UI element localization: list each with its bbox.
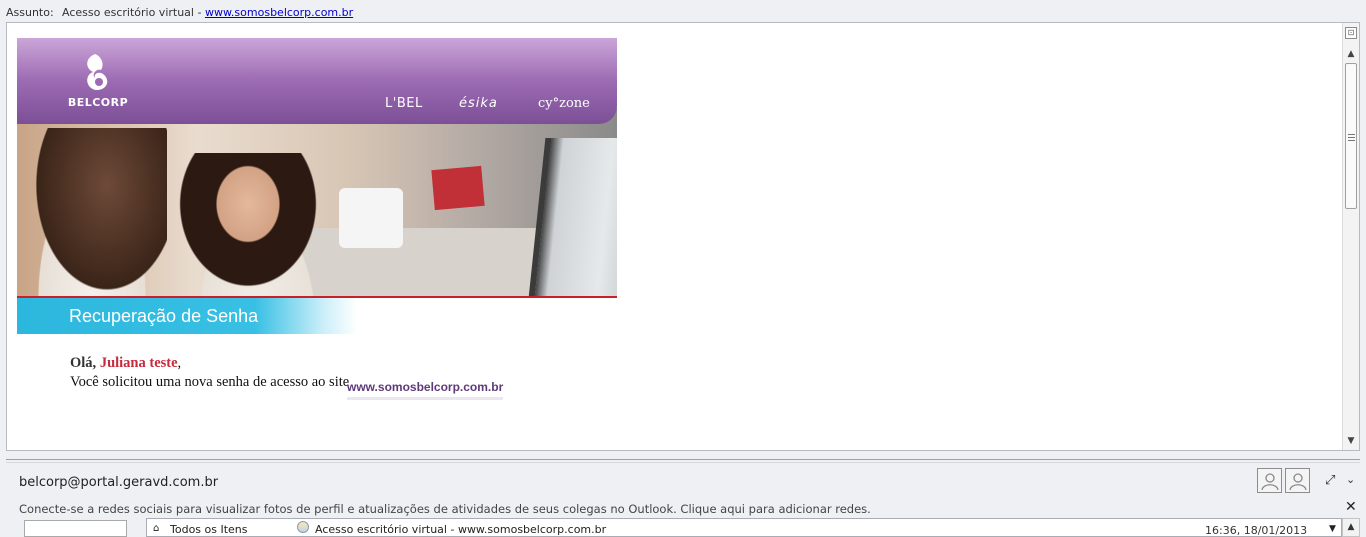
zoom-toggle-icon[interactable]: ⊡ (1345, 27, 1357, 39)
list-scroll-up-button[interactable]: ▲ (1342, 518, 1360, 537)
people-photo-box (24, 520, 127, 537)
banner-header: BELCORP L'BEL ésika cy°zone (17, 38, 617, 124)
subject-text-prefix: Acesso escritório virtual - (62, 6, 205, 19)
subject-link[interactable]: www.somosbelcorp.com.br (205, 6, 353, 19)
belcorp-logo: BELCORP (67, 52, 129, 112)
subject-label: Assunto: (6, 6, 54, 19)
greeting-comma: , (177, 355, 182, 371)
subject-row: Assunto: Acesso escritório virtual - www… (0, 0, 1366, 22)
close-icon[interactable]: ✕ (1345, 499, 1357, 515)
subtitle-bar: Recuperação de Senha (17, 298, 357, 334)
scroll-down-button[interactable]: ▼ (1345, 434, 1357, 448)
sender-email[interactable]: belcorp@portal.geravd.com.br (19, 475, 218, 490)
chevron-down-icon[interactable]: ▼ (1329, 524, 1336, 534)
body-message: Você solicitou uma nova senha de acesso … (70, 374, 350, 390)
scroll-up-button[interactable]: ▲ (1345, 47, 1357, 61)
site-link[interactable]: www.somosbelcorp.com.br (347, 380, 504, 400)
brand-cyzone: cy°zone (538, 96, 590, 111)
message-scrollbar[interactable]: ⊡ ▲ ▼ (1342, 23, 1359, 450)
list-item-date: 16:36, 18/01/2013 (1205, 524, 1308, 537)
pane-divider[interactable] (6, 459, 1360, 460)
email-body-text: Olá, Juliana teste, Você solicitou uma n… (70, 354, 360, 392)
person-icon (1289, 473, 1307, 491)
social-network-message[interactable]: Conecte-se a redes sociais para visualiz… (19, 502, 871, 516)
mail-icon (297, 521, 309, 533)
greeting-hello: Olá, (70, 355, 97, 371)
all-items-filter[interactable]: Todos os Itens (170, 523, 248, 536)
avatar[interactable] (1257, 468, 1282, 493)
expand-icon[interactable]: ⤢ (1325, 473, 1335, 488)
chevron-down-icon[interactable]: ⌄ (1346, 473, 1355, 486)
message-body-frame: BELCORP L'BEL ésika cy°zone Recuperação … (6, 22, 1360, 451)
subject-text: Acesso escritório virtual - www.somosbel… (62, 6, 353, 19)
list-item-subject[interactable]: Acesso escritório virtual - www.somosbel… (315, 523, 606, 536)
subtitle-text: Recuperação de Senha (69, 306, 259, 326)
brand-lbel: L'BEL (385, 96, 423, 111)
banner-photo (17, 108, 617, 298)
belcorp-logo-icon (87, 54, 108, 90)
email-banner: BELCORP L'BEL ésika cy°zone (17, 38, 617, 298)
brand-esika: ésika (459, 96, 498, 111)
related-items-list[interactable]: ⌂ Todos os Itens Acesso escritório virtu… (146, 518, 1342, 537)
person-icon (1261, 473, 1279, 491)
avatar[interactable] (1285, 468, 1310, 493)
greeting-name: Juliana teste (99, 355, 178, 371)
belcorp-logo-text: BELCORP (67, 96, 129, 109)
folder-icon: ⌂ (153, 523, 160, 534)
scroll-thumb[interactable] (1345, 63, 1357, 209)
